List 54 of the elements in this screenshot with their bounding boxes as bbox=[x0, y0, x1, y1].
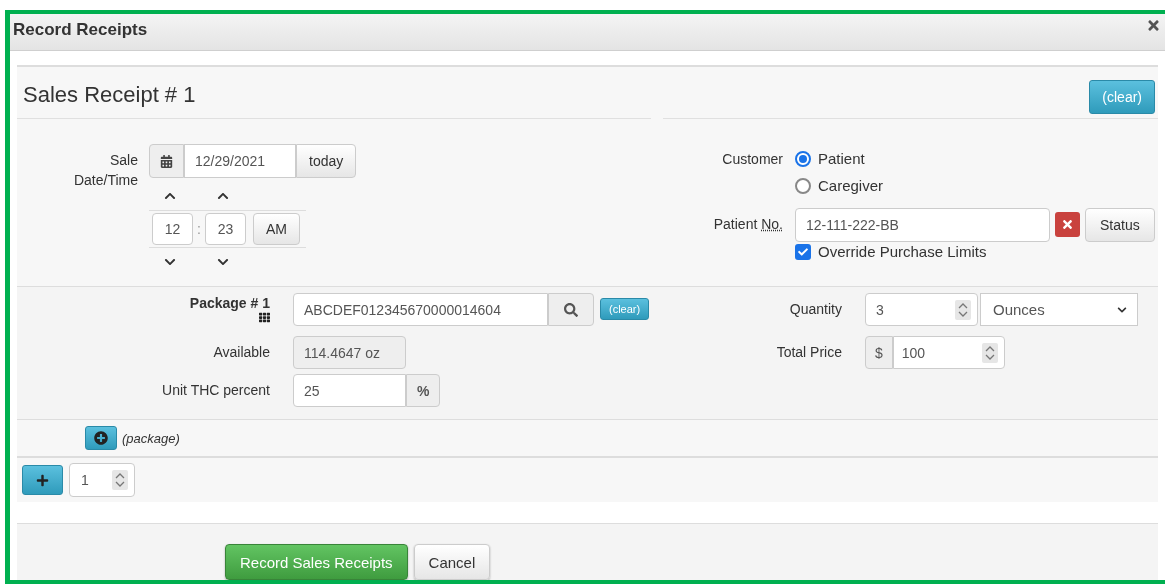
checkbox-label: Override Purchase Limits bbox=[818, 243, 987, 260]
field-label: Quantity bbox=[788, 300, 842, 319]
add-package-label: (package) bbox=[122, 430, 180, 446]
meridiem-button[interactable]: AM bbox=[253, 213, 300, 245]
receipt-count-value: 1 bbox=[81, 472, 89, 488]
checkbox-icon[interactable] bbox=[795, 243, 811, 260]
radio-label: Caregiver bbox=[818, 177, 884, 194]
close-icon[interactable] bbox=[1146, 18, 1161, 33]
chevron-down-icon[interactable] bbox=[1117, 304, 1127, 315]
radio-icon[interactable] bbox=[795, 177, 811, 194]
search-icon[interactable] bbox=[548, 293, 594, 326]
add-package-button[interactable] bbox=[85, 426, 117, 450]
radio-label: Patient bbox=[818, 150, 865, 167]
spinner-icon[interactable] bbox=[981, 342, 998, 363]
spinner-icon[interactable] bbox=[112, 470, 128, 490]
field-label: Unit THC percent bbox=[161, 381, 270, 400]
dialog-title: Record Receipts bbox=[13, 20, 148, 40]
currency-addon: $ bbox=[865, 336, 893, 369]
price-field[interactable]: 100 bbox=[892, 336, 1005, 369]
time-separator: : bbox=[196, 221, 202, 237]
field-label: Total Price bbox=[775, 343, 842, 362]
status-button[interactable]: Status bbox=[1085, 208, 1155, 242]
percent-addon: % bbox=[406, 374, 441, 407]
add-receipt-button[interactable] bbox=[22, 465, 63, 495]
available-field[interactable]: 114.4647 oz bbox=[293, 336, 406, 369]
package-label: Package # 1 bbox=[189, 295, 270, 312]
today-button[interactable]: today bbox=[296, 144, 357, 178]
plus-icon[interactable] bbox=[36, 473, 49, 487]
hour-field[interactable]: 12 bbox=[152, 213, 193, 245]
radio-option[interactable]: Patient bbox=[795, 150, 884, 167]
date-field[interactable]: 12/29/2021 bbox=[184, 144, 296, 178]
cancel-button[interactable]: Cancel bbox=[413, 544, 491, 580]
override-checkbox[interactable]: Override Purchase Limits bbox=[795, 243, 1155, 260]
calendar-icon[interactable] bbox=[149, 144, 184, 178]
quantity-field[interactable]: 3 bbox=[865, 293, 978, 326]
spinner-icon[interactable] bbox=[955, 299, 971, 320]
quantity-value: 3 bbox=[876, 301, 884, 318]
field-label: Customer bbox=[721, 150, 783, 169]
field-label: Available bbox=[212, 343, 270, 362]
unit-select[interactable]: Ounces bbox=[980, 293, 1138, 326]
patient-number-field[interactable]: 12-111-222-BB bbox=[795, 208, 1050, 242]
field-label: Patient No. bbox=[712, 215, 783, 234]
field-label: Sale bbox=[109, 151, 138, 170]
close-icon[interactable] bbox=[1055, 212, 1080, 237]
radio-icon[interactable] bbox=[795, 150, 811, 167]
receipt-count-field[interactable]: 1 bbox=[69, 463, 135, 497]
minute-field[interactable]: 23 bbox=[205, 213, 246, 245]
price-value: 100 bbox=[901, 344, 926, 361]
grid-icon[interactable] bbox=[259, 311, 270, 323]
field-label: Date/Time bbox=[73, 170, 138, 190]
thc-percent-field[interactable]: 25 bbox=[293, 374, 406, 407]
radio-option[interactable]: Caregiver bbox=[795, 177, 884, 194]
receipt-heading: Sales Receipt # 1 bbox=[23, 82, 196, 107]
package-tag-field[interactable]: ABCDEF012345670000014604 bbox=[293, 293, 548, 326]
